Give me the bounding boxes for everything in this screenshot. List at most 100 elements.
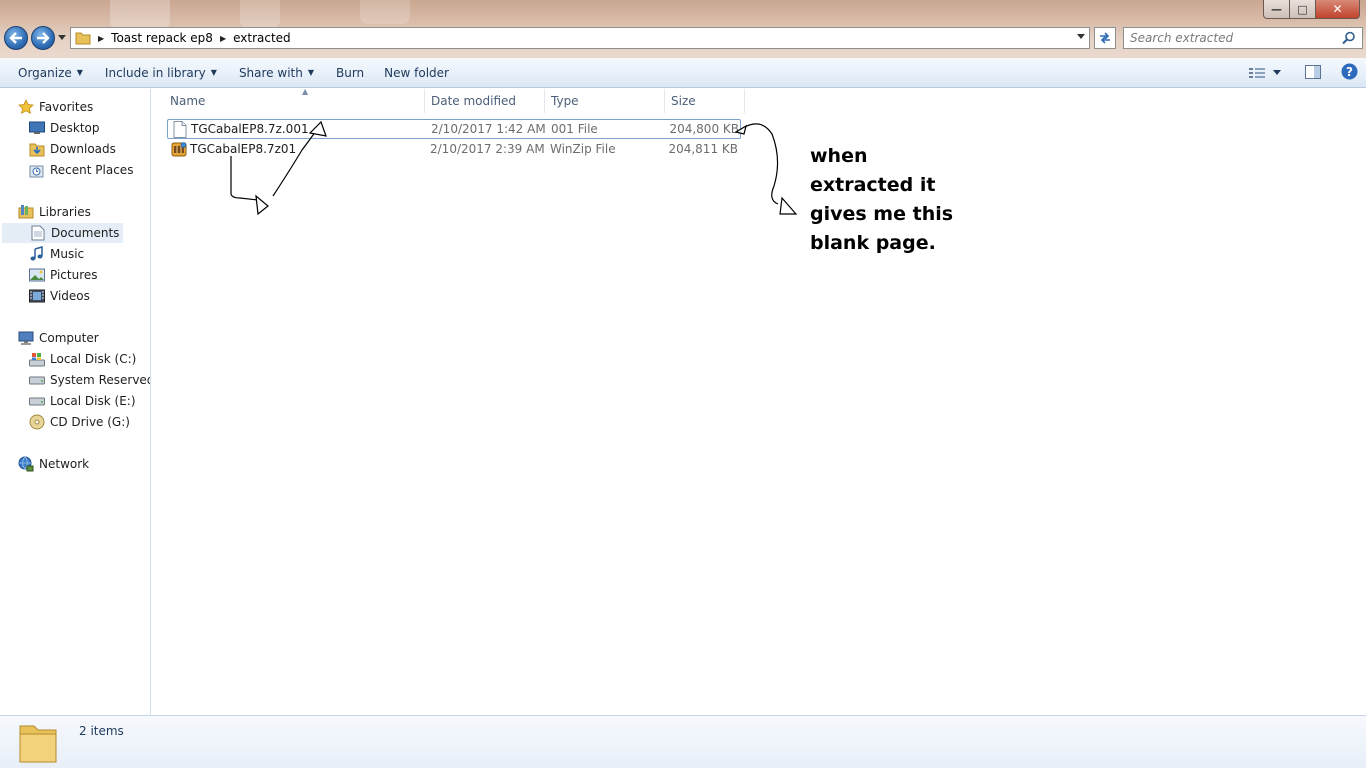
chevron-down-icon bbox=[1273, 70, 1281, 75]
column-header-label: Date modified bbox=[431, 94, 517, 108]
share-with-label: Share with bbox=[238, 65, 303, 80]
chevron-down-icon: ▼ bbox=[307, 68, 314, 77]
search-icon[interactable] bbox=[1342, 31, 1356, 45]
sidebar-item-downloads[interactable]: Downloads bbox=[29, 139, 150, 159]
system-drive-icon bbox=[29, 351, 45, 367]
nav-group-label: Favorites bbox=[39, 100, 94, 114]
include-in-library-label: Include in library bbox=[104, 65, 206, 80]
column-header-label: Type bbox=[551, 94, 579, 108]
refresh-button[interactable] bbox=[1094, 27, 1116, 49]
arrow-left-icon bbox=[9, 32, 22, 44]
minimize-button[interactable]: — bbox=[1263, 0, 1290, 19]
file-row[interactable]: TGCabalEP8.7z01 2/10/2017 2:39 AM WinZip… bbox=[167, 140, 741, 160]
sidebar-item-recent-places[interactable]: Recent Places bbox=[29, 160, 150, 180]
file-row[interactable]: TGCabalEP8.7z.001 2/10/2017 1:42 AM 001 … bbox=[167, 119, 741, 139]
sidebar-item-label: Pictures bbox=[50, 268, 98, 282]
winzip-file-icon bbox=[171, 142, 187, 157]
breadcrumb-item[interactable]: Toast repack ep8 bbox=[111, 31, 213, 45]
drive-icon bbox=[29, 372, 45, 388]
sidebar-item-label: Recent Places bbox=[50, 163, 134, 177]
sidebar-item-label: CD Drive (G:) bbox=[50, 415, 130, 429]
preview-pane-button[interactable] bbox=[1305, 64, 1321, 82]
address-bar[interactable]: ▶ Toast repack ep8 ▶ extracted bbox=[70, 27, 1090, 49]
recent-places-icon bbox=[29, 162, 45, 178]
drive-icon bbox=[29, 393, 45, 409]
pictures-icon bbox=[29, 267, 45, 283]
chevron-down-icon: ▼ bbox=[210, 68, 217, 77]
title-bar: — □ ✕ ▶ Toast repack ep8 ▶ extracted bbox=[0, 0, 1366, 58]
file-date-modified: 2/10/2017 1:42 AM bbox=[431, 122, 546, 136]
sidebar-item-pictures[interactable]: Pictures bbox=[29, 265, 150, 285]
close-button[interactable]: ✕ bbox=[1316, 0, 1360, 19]
nav-group-label: Computer bbox=[39, 331, 99, 345]
downloads-folder-icon bbox=[29, 141, 45, 157]
help-button[interactable]: ? bbox=[1341, 63, 1358, 83]
column-header-label: Name bbox=[170, 94, 206, 108]
handwritten-note: when extracted it gives me this blank pa… bbox=[810, 142, 1010, 258]
nav-group-favorites[interactable]: Favorites bbox=[18, 97, 93, 117]
change-view-button[interactable] bbox=[1249, 67, 1281, 79]
search-input[interactable] bbox=[1130, 31, 1340, 45]
nav-group-libraries[interactable]: Libraries bbox=[18, 202, 91, 222]
new-folder-button[interactable]: New folder bbox=[374, 58, 459, 88]
chevron-down-icon bbox=[1077, 34, 1085, 39]
recent-pages-dropdown[interactable] bbox=[58, 34, 66, 42]
generic-file-icon bbox=[173, 121, 187, 138]
maximize-button[interactable]: □ bbox=[1290, 0, 1316, 19]
burn-button[interactable]: Burn bbox=[326, 58, 374, 88]
address-dropdown[interactable] bbox=[1077, 33, 1085, 42]
column-header-name[interactable]: Name ▲ bbox=[164, 87, 425, 113]
sort-ascending-icon: ▲ bbox=[302, 87, 309, 96]
chevron-down-icon: ▼ bbox=[76, 68, 83, 77]
window-controls: — □ ✕ bbox=[1263, 0, 1360, 19]
burn-label: Burn bbox=[336, 65, 365, 80]
sidebar-item-cd-drive-g[interactable]: CD Drive (G:) bbox=[29, 412, 150, 432]
nav-group-label: Network bbox=[39, 457, 90, 471]
column-header-size[interactable]: Size bbox=[665, 89, 745, 113]
file-size: 204,811 KB bbox=[668, 142, 738, 156]
chevron-down-icon bbox=[58, 35, 66, 40]
sidebar-item-label: Desktop bbox=[50, 121, 100, 135]
file-name: TGCabalEP8.7z.001 bbox=[191, 122, 309, 136]
sidebar-item-label: Documents bbox=[51, 226, 120, 240]
documents-icon bbox=[30, 225, 46, 241]
search-box[interactable] bbox=[1123, 27, 1363, 49]
sidebar-item-desktop[interactable]: Desktop bbox=[29, 118, 150, 138]
file-size: 204,800 KB bbox=[669, 122, 739, 136]
network-icon bbox=[18, 456, 34, 472]
back-button[interactable] bbox=[4, 26, 28, 50]
music-icon bbox=[29, 246, 45, 262]
organize-button[interactable]: Organize ▼ bbox=[8, 58, 93, 88]
sidebar-item-label: Downloads bbox=[50, 142, 116, 156]
nav-group-label: Libraries bbox=[39, 205, 91, 219]
column-header-label: Size bbox=[671, 94, 696, 108]
note-line: gives me this bbox=[810, 203, 954, 225]
share-with-button[interactable]: Share with ▼ bbox=[229, 58, 324, 88]
sidebar-item-documents[interactable]: Documents bbox=[2, 223, 123, 243]
nav-group-computer[interactable]: Computer bbox=[18, 328, 99, 348]
sidebar-item-videos[interactable]: Videos bbox=[29, 286, 150, 306]
help-icon: ? bbox=[1341, 63, 1358, 80]
include-in-library-button[interactable]: Include in library ▼ bbox=[95, 58, 227, 88]
sidebar-item-local-disk-c[interactable]: Local Disk (C:) bbox=[29, 349, 150, 369]
column-header-type[interactable]: Type bbox=[545, 89, 665, 113]
file-name: TGCabalEP8.7z01 bbox=[190, 142, 297, 156]
sidebar-item-local-disk-e[interactable]: Local Disk (E:) bbox=[29, 391, 150, 411]
view-list-icon bbox=[1249, 68, 1265, 78]
file-type: WinZip File bbox=[550, 142, 616, 156]
libraries-icon bbox=[18, 204, 34, 220]
details-pane: 2 items bbox=[0, 715, 1366, 768]
videos-icon bbox=[29, 288, 45, 304]
folder-icon bbox=[75, 32, 91, 45]
breadcrumb-item[interactable]: extracted bbox=[233, 31, 291, 45]
sidebar-item-system-reserved[interactable]: System Reserved (D bbox=[29, 370, 150, 390]
column-header-date-modified[interactable]: Date modified bbox=[425, 89, 545, 113]
nav-group-network[interactable]: Network bbox=[18, 454, 89, 474]
note-line: blank page. bbox=[810, 232, 936, 254]
forward-button[interactable] bbox=[31, 26, 55, 50]
organize-label: Organize bbox=[18, 65, 72, 80]
column-headers: Name ▲ Date modified Type Size bbox=[152, 87, 752, 113]
sidebar-item-music[interactable]: Music bbox=[29, 244, 150, 264]
breadcrumb-separator-icon[interactable]: ▶ bbox=[98, 34, 104, 43]
breadcrumb-separator-icon[interactable]: ▶ bbox=[220, 34, 226, 43]
